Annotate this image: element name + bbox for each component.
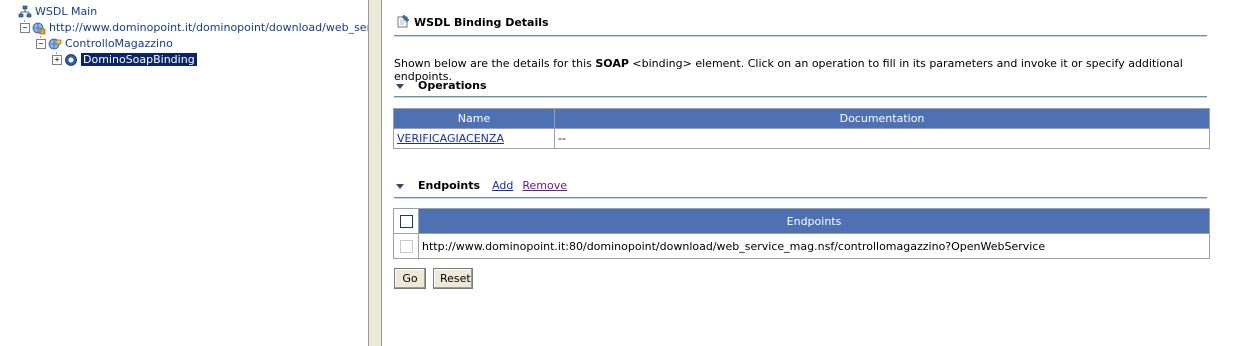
operations-divider	[394, 96, 1207, 98]
table-row: VERIFICAGIACENZA --	[393, 128, 1210, 149]
tree-item-service[interactable]: − http://www.dominopoint.it/dominopoint/…	[20, 20, 368, 36]
column-header-documentation: Documentation	[554, 108, 1210, 129]
collapse-toggle[interactable]: −	[36, 39, 46, 49]
collapse-toggle[interactable]: −	[20, 23, 30, 33]
endpoints-table: Endpoints http://www.dominopoint.it:80/d…	[393, 208, 1210, 259]
pane-splitter[interactable]	[369, 0, 382, 346]
hierarchy-icon	[18, 5, 32, 18]
intro-prefix: Shown below are the details for this	[394, 57, 596, 70]
tree-item-label-selected: DominoSoapBinding	[81, 53, 197, 66]
navigator-tree[interactable]: WSDL Main − http://www.dominopoint.it/do…	[0, 0, 369, 346]
operations-section-header: Operations	[396, 79, 487, 92]
table-row: http://www.dominopoint.it:80/dominopoint…	[393, 233, 1210, 259]
page-title: WSDL Binding Details	[396, 14, 549, 29]
add-endpoint-link[interactable]: Add	[492, 179, 513, 192]
operations-heading: Operations	[418, 79, 487, 92]
column-header-endpoints: Endpoints	[418, 208, 1210, 234]
endpoint-url: http://www.dominopoint.it:80/dominopoint…	[418, 233, 1210, 259]
tree-item-binding[interactable]: + DominoSoapBinding	[52, 52, 197, 68]
endpoint-checkbox[interactable]	[399, 239, 413, 253]
tree-item-label: http://www.dominopoint.it/dominopoint/do…	[49, 21, 368, 34]
page-title-text: WSDL Binding Details	[414, 16, 549, 29]
tree-item-wsdl-main[interactable]: WSDL Main	[18, 4, 97, 20]
collapse-triangle-icon[interactable]	[396, 83, 404, 89]
tree-item-label: ControlloMagazzino	[65, 37, 173, 50]
collapse-triangle-icon[interactable]	[396, 183, 404, 189]
remove-endpoint-link[interactable]: Remove	[522, 179, 567, 192]
expand-toggle[interactable]: +	[52, 55, 62, 65]
intro-bold: SOAP	[595, 57, 629, 70]
operation-documentation: --	[554, 128, 1210, 149]
go-button[interactable]: Go	[394, 268, 426, 289]
port-icon	[48, 38, 62, 50]
operation-link[interactable]: VERIFICAGIACENZA	[397, 132, 504, 145]
tree-item-port[interactable]: − ControlloMagazzino	[36, 36, 173, 52]
endpoints-heading: Endpoints	[418, 179, 481, 192]
select-all-checkbox[interactable]	[399, 214, 413, 228]
binding-icon	[65, 54, 77, 66]
binding-details-icon	[397, 14, 410, 28]
endpoints-divider	[394, 197, 1207, 199]
operations-table: Name Documentation VERIFICAGIACENZA --	[393, 108, 1210, 149]
service-icon	[32, 22, 46, 35]
title-divider	[394, 35, 1207, 37]
intro-text: Shown below are the details for this SOA…	[394, 57, 1233, 83]
binding-details-pane: WSDL Binding Details Shown below are the…	[382, 0, 1233, 346]
tree-item-label: WSDL Main	[35, 5, 98, 18]
reset-button[interactable]: Reset	[433, 268, 473, 289]
column-header-name: Name	[393, 108, 555, 129]
select-all-cell	[393, 208, 419, 234]
endpoints-section-header: Endpoints Add Remove	[396, 179, 567, 192]
